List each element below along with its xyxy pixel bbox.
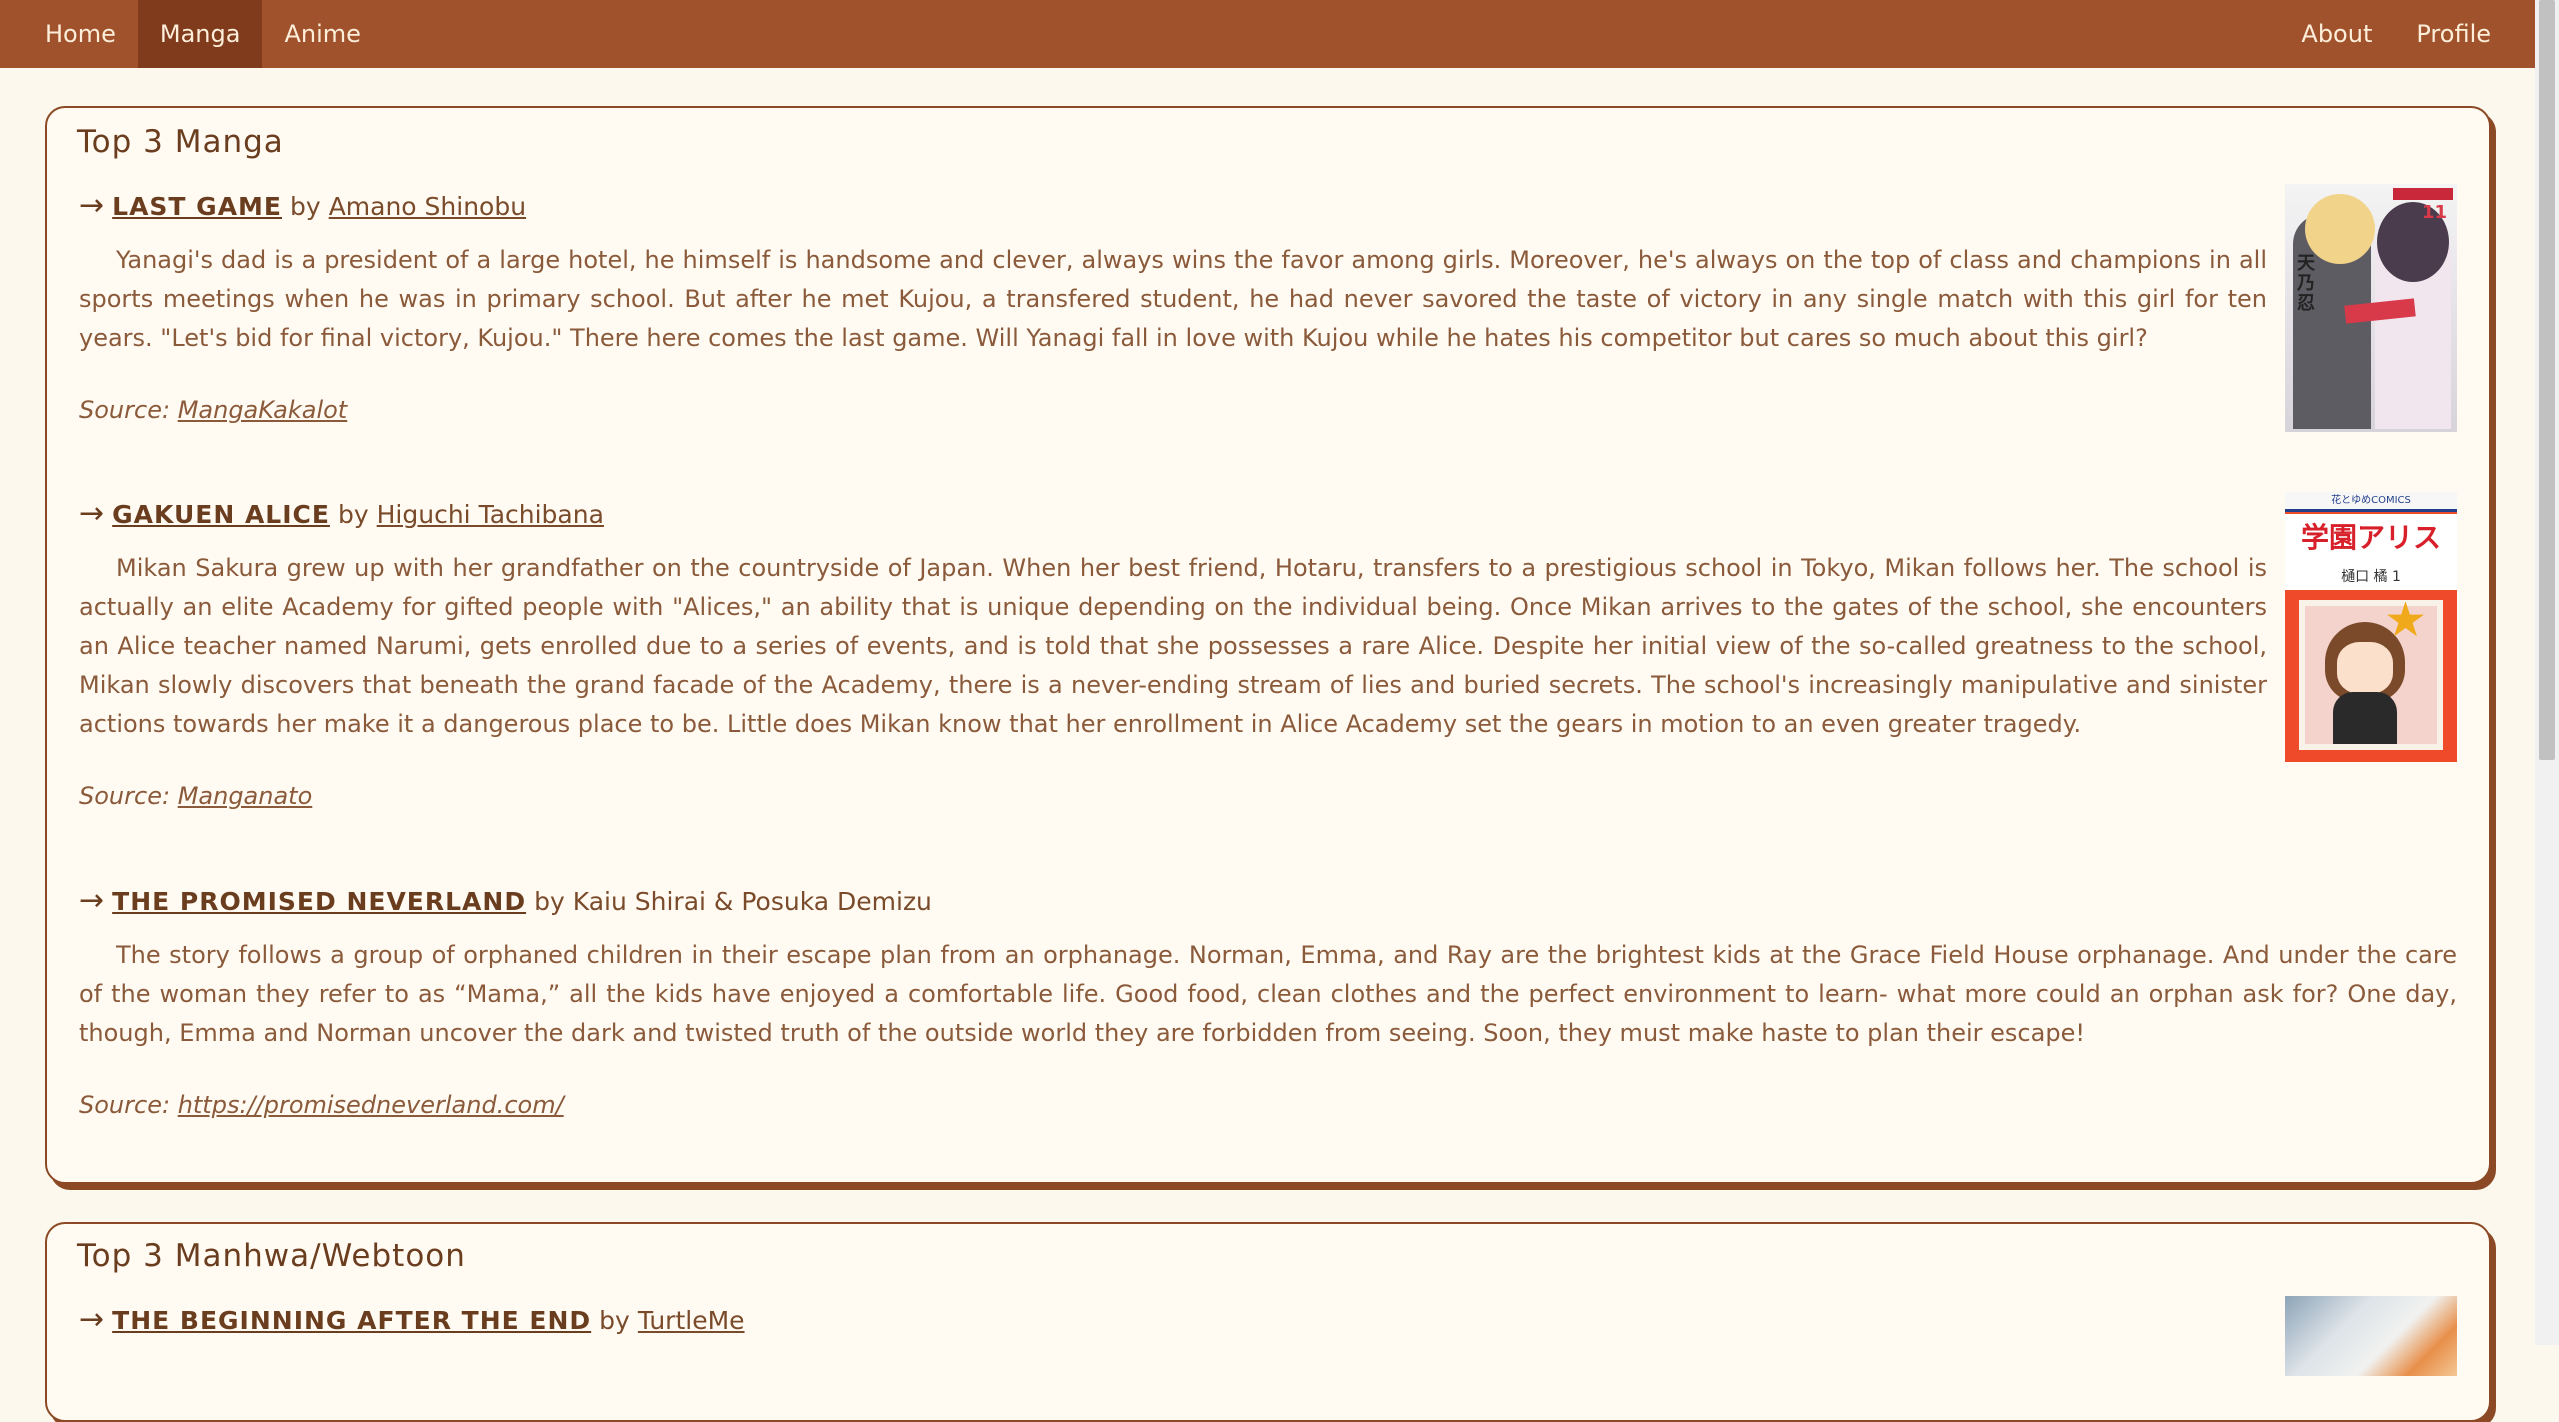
arrow-icon: → — [79, 1302, 105, 1337]
cover-figure — [2333, 692, 2397, 744]
entry-header: → THE BEGINNING AFTER THE END by TurtleM… — [79, 1302, 2457, 1337]
title-link[interactable]: THE BEGINNING AFTER THE END — [112, 1306, 591, 1335]
entry-header: → LAST GAME by Amano Shinobu — [79, 188, 2457, 223]
author-name: Kaiu Shirai & Posuka Demizu — [572, 887, 932, 916]
section-heading: Top 3 Manhwa/Webtoon — [77, 1238, 466, 1274]
entry-header: → GAKUEN ALICE by Higuchi Tachibana — [79, 496, 2457, 531]
by-label: by — [599, 1306, 630, 1335]
nav-about[interactable]: About — [2279, 0, 2394, 68]
page-scrollbar[interactable] — [2535, 0, 2559, 1345]
entry-source: Source: https://promisedneverland.com/ — [79, 1091, 2457, 1119]
source-label: Source: — [79, 396, 171, 424]
cover-image-last-game: 天乃忍 11 — [2285, 184, 2457, 432]
entry-description: Yanagi's dad is a president of a large h… — [79, 246, 2267, 352]
top-manga-card: Top 3 Manga → LAST GAME by Amano Shinobu… — [45, 106, 2491, 1184]
manhwa-entry-tbate: → THE BEGINNING AFTER THE END by TurtleM… — [79, 1296, 2457, 1376]
nav-profile[interactable]: Profile — [2394, 0, 2535, 68]
by-label: by — [337, 500, 369, 529]
arrow-icon: → — [79, 188, 105, 223]
cover-subtitle: 樋口 橘 1 — [2285, 566, 2457, 590]
cover-image-tbate — [2285, 1296, 2457, 1376]
nav-manga[interactable]: Manga — [137, 0, 263, 68]
title-link[interactable]: LAST GAME — [112, 192, 282, 221]
entry-header: → THE PROMISED NEVERLAND by Kaiu Shirai … — [79, 883, 2457, 918]
author-link[interactable]: TurtleMe — [638, 1306, 745, 1335]
cover-band — [2393, 188, 2453, 200]
by-label: by — [290, 192, 321, 221]
source-link[interactable]: Manganato — [178, 782, 313, 810]
by-label: by — [534, 887, 565, 916]
entry-description: The story follows a group of orphaned ch… — [79, 941, 2457, 1047]
cover-title: 学園アリス — [2285, 514, 2457, 566]
scrollbar-thumb[interactable] — [2539, 0, 2555, 760]
entry-description: Mikan Sakura grew up with her grandfathe… — [79, 554, 2267, 738]
manga-entry-gakuen-alice: → GAKUEN ALICE by Higuchi Tachibana Mika… — [79, 492, 2457, 810]
manga-entry-promised-neverland: → THE PROMISED NEVERLAND by Kaiu Shirai … — [79, 883, 2457, 1119]
nav-anime[interactable]: Anime — [262, 0, 382, 68]
cover-volume-number: 11 — [2421, 202, 2447, 223]
title-link[interactable]: THE PROMISED NEVERLAND — [112, 887, 526, 916]
cover-top-band: 花とゆめCOMICS — [2285, 492, 2457, 512]
cover-figure — [2337, 642, 2393, 694]
author-link[interactable]: Amano Shinobu — [329, 192, 526, 221]
source-link[interactable]: MangaKakalot — [178, 396, 348, 424]
section-heading: Top 3 Manga — [77, 124, 284, 160]
source-link[interactable]: https://promisedneverland.com/ — [178, 1091, 564, 1119]
source-label: Source: — [79, 782, 171, 810]
nav-home[interactable]: Home — [0, 0, 138, 68]
top-navbar: Home Manga Anime About Profile — [0, 0, 2535, 68]
source-label: Source: — [79, 1091, 171, 1119]
entry-source: Source: Manganato — [79, 782, 2457, 810]
star-icon: ★ — [2383, 592, 2427, 648]
arrow-icon: → — [79, 883, 105, 918]
top-manhwa-card: Top 3 Manhwa/Webtoon → THE BEGINNING AFT… — [45, 1222, 2491, 1422]
cover-author-text: 天乃忍 — [2297, 253, 2315, 314]
author-link[interactable]: Higuchi Tachibana — [377, 500, 604, 529]
cover-image-gakuen-alice: 花とゆめCOMICS 学園アリス 樋口 橘 1 ★ — [2285, 492, 2457, 762]
title-link[interactable]: GAKUEN ALICE — [112, 500, 330, 529]
entry-source: Source: MangaKakalot — [79, 396, 2457, 424]
manga-entry-last-game: → LAST GAME by Amano Shinobu Yanagi's da… — [79, 184, 2457, 432]
arrow-icon: → — [79, 496, 105, 531]
